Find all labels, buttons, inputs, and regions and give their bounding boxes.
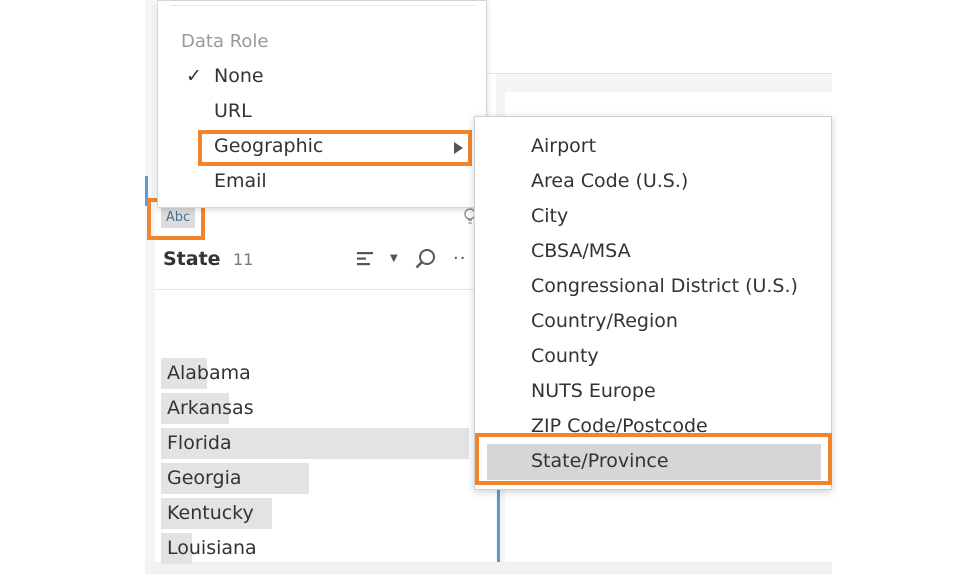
submenu-item-county[interactable]: County	[531, 345, 599, 367]
submenu-item-cbsa-msa[interactable]: CBSA/MSA	[531, 240, 631, 262]
list-item[interactable]: Kentucky	[161, 498, 481, 533]
value-list: Alabama Arkansas Florida Georgia Kentuck…	[161, 358, 481, 568]
field-name: State	[163, 248, 221, 270]
submenu-item-country-region[interactable]: Country/Region	[531, 310, 678, 332]
menu-item-email[interactable]: Email	[214, 170, 267, 192]
sort-dropdown-caret-icon[interactable]: ▼	[390, 253, 398, 264]
menu-item-none[interactable]: None	[214, 65, 264, 87]
submenu-item-area-code[interactable]: Area Code (U.S.)	[531, 170, 688, 192]
list-item[interactable]: Georgia	[161, 463, 481, 498]
value-label: Florida	[167, 432, 232, 454]
list-item[interactable]: Alabama	[161, 358, 481, 393]
value-label: Louisiana	[167, 537, 257, 559]
data-role-header: Data Role	[181, 31, 269, 52]
list-item[interactable]: Florida	[161, 428, 481, 463]
menu-item-url[interactable]: URL	[214, 100, 252, 122]
submenu-item-congressional-district[interactable]: Congressional District (U.S.)	[531, 275, 798, 297]
data-role-menu: Data Role ✓ None URL Geographic Email	[157, 0, 487, 208]
value-label: Alabama	[167, 362, 251, 384]
submenu-item-nuts-europe[interactable]: NUTS Europe	[531, 380, 656, 402]
value-label: Georgia	[167, 467, 242, 489]
search-icon[interactable]	[415, 248, 437, 270]
value-label: Arkansas	[167, 397, 254, 419]
list-item[interactable]: Louisiana	[161, 533, 481, 568]
submenu-item-airport[interactable]: Airport	[531, 135, 596, 157]
distinct-count: 11	[233, 250, 254, 269]
submenu-item-city[interactable]: City	[531, 205, 568, 227]
state-province-callout	[475, 433, 832, 485]
more-options-icon[interactable]: ··	[453, 248, 466, 269]
card-header-divider	[155, 289, 496, 290]
geographic-callout	[198, 130, 472, 166]
value-label: Kentucky	[167, 502, 254, 524]
list-item[interactable]: Arkansas	[161, 393, 481, 428]
menu-divider	[170, 5, 474, 6]
checkmark-icon: ✓	[186, 65, 202, 87]
sort-icon[interactable]	[357, 250, 375, 268]
adjacent-panel-header	[487, 0, 832, 74]
